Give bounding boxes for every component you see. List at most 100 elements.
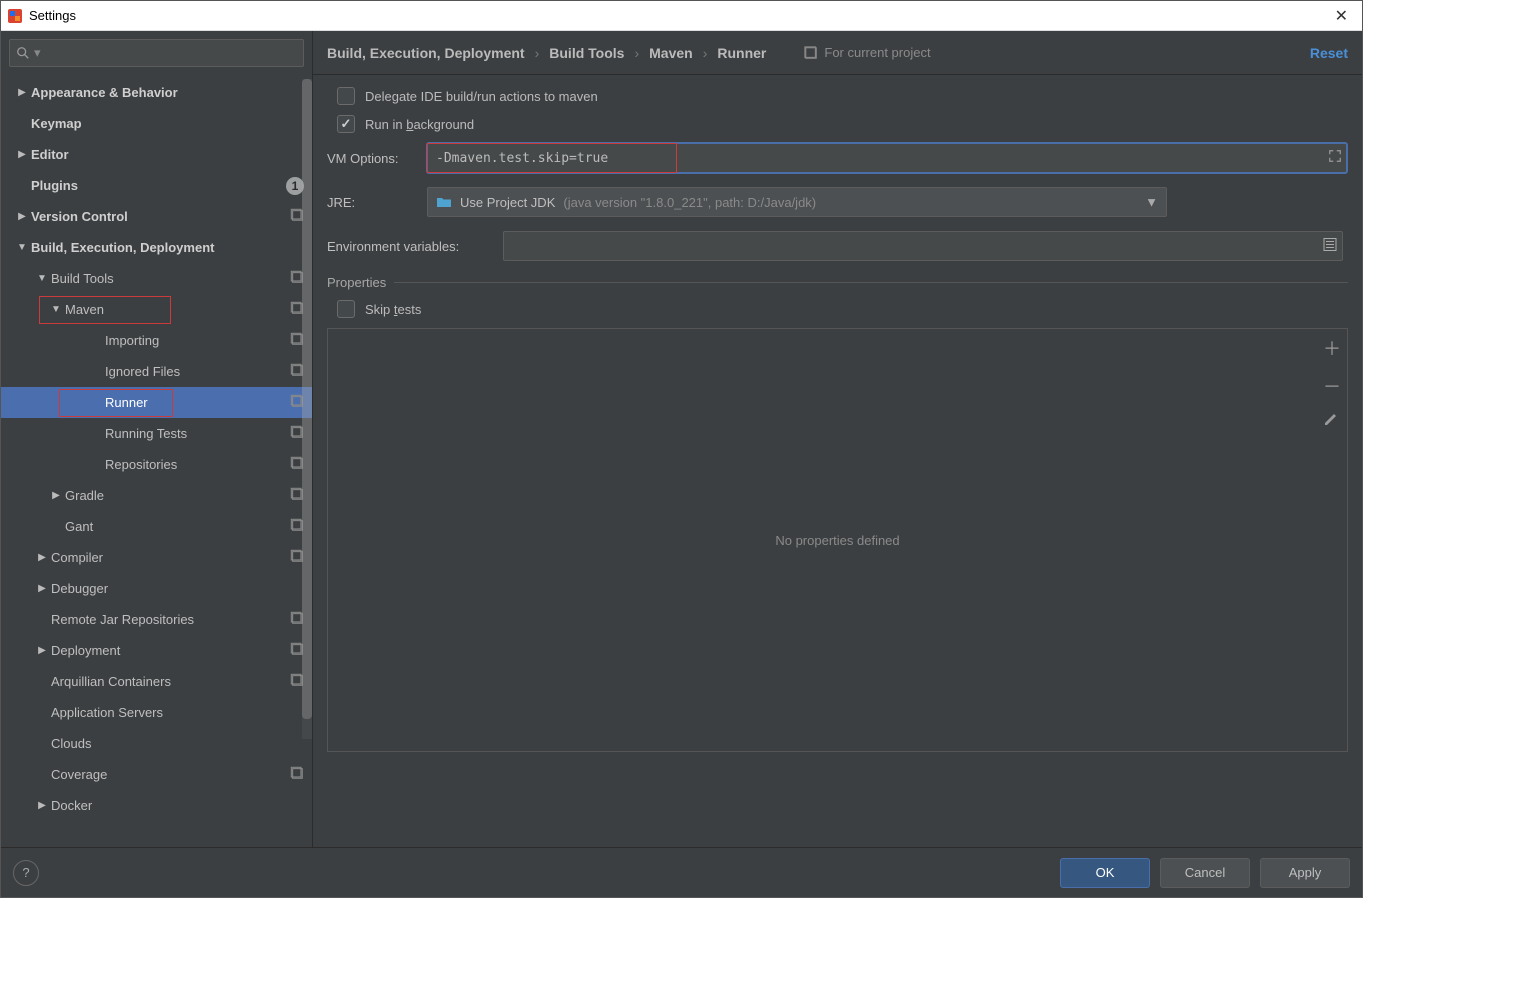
- jre-value: Use Project JDK: [460, 195, 555, 210]
- chevron-down-icon[interactable]: ▼: [15, 242, 29, 253]
- tree-node-label: Ignored Files: [105, 364, 180, 379]
- tree-node-application-servers[interactable]: Application Servers: [1, 697, 312, 728]
- tree-node-version-control[interactable]: ▶Version Control: [1, 201, 312, 232]
- chevron-right-icon: ›: [634, 45, 639, 61]
- runbg-checkbox-row[interactable]: Run in background: [327, 115, 1348, 133]
- crumb-1[interactable]: Build Tools: [549, 45, 624, 61]
- chevron-down-icon[interactable]: ▼: [49, 304, 63, 315]
- tree-node-importing[interactable]: Importing: [1, 325, 312, 356]
- tree-node-arquillian-containers[interactable]: Arquillian Containers: [1, 666, 312, 697]
- tree-node-repositories[interactable]: Repositories: [1, 449, 312, 480]
- properties-toolbar: ＋ －: [1323, 335, 1341, 430]
- jre-hint: (java version "1.8.0_221", path: D:/Java…: [563, 195, 816, 210]
- tree-node-label: Debugger: [51, 581, 108, 596]
- apply-button[interactable]: Apply: [1260, 858, 1350, 888]
- vm-options-input[interactable]: -Dmaven.test.skip=true: [427, 143, 1347, 173]
- tree-node-label: Maven: [65, 302, 104, 317]
- project-scope-icon: [804, 46, 818, 60]
- chevron-right-icon[interactable]: ▶: [15, 149, 29, 160]
- jre-combo[interactable]: Use Project JDK (java version "1.8.0_221…: [427, 187, 1167, 217]
- scrollbar-thumb[interactable]: [302, 79, 312, 719]
- remove-icon[interactable]: －: [1323, 373, 1341, 399]
- chevron-right-icon[interactable]: ▶: [15, 87, 29, 98]
- chevron-right-icon[interactable]: ▶: [35, 800, 49, 811]
- main-panel: Build, Execution, Deployment › Build Too…: [313, 31, 1362, 847]
- env-label: Environment variables:: [327, 239, 503, 254]
- tree-node-label: Application Servers: [51, 705, 163, 720]
- skip-tests-label: Skip tests: [365, 302, 421, 317]
- breadcrumb-bar: Build, Execution, Deployment › Build Too…: [313, 31, 1362, 75]
- tree-node-build-tools[interactable]: ▼Build Tools: [1, 263, 312, 294]
- tree-node-docker[interactable]: ▶Docker: [1, 790, 312, 821]
- tree-node-gradle[interactable]: ▶Gradle: [1, 480, 312, 511]
- help-button[interactable]: ?: [13, 860, 39, 886]
- tree-node-running-tests[interactable]: Running Tests: [1, 418, 312, 449]
- jre-row: JRE: Use Project JDK (java version "1.8.…: [327, 187, 1348, 217]
- tree-node-label: Running Tests: [105, 426, 187, 441]
- folder-icon: [436, 195, 452, 209]
- tree-node-maven[interactable]: ▼Maven: [1, 294, 312, 325]
- tree-node-label: Build, Execution, Deployment: [31, 240, 214, 255]
- tree-node-plugins[interactable]: Plugins1: [1, 170, 312, 201]
- tree-node-deployment[interactable]: ▶Deployment: [1, 635, 312, 666]
- chevron-right-icon[interactable]: ▶: [49, 490, 63, 501]
- tree-node-debugger[interactable]: ▶Debugger: [1, 573, 312, 604]
- env-input[interactable]: [503, 231, 1343, 261]
- settings-tree[interactable]: ▶Appearance & BehaviorKeymap▶EditorPlugi…: [1, 73, 312, 847]
- properties-title: Properties: [327, 275, 386, 290]
- tree-node-editor[interactable]: ▶Editor: [1, 139, 312, 170]
- delegate-checkbox-row[interactable]: Delegate IDE build/run actions to maven: [327, 87, 1348, 105]
- crumb-3[interactable]: Runner: [717, 45, 766, 61]
- search-input[interactable]: ▾: [9, 39, 304, 67]
- chevron-right-icon: ›: [535, 45, 540, 61]
- tree-node-appearance-behavior[interactable]: ▶Appearance & Behavior: [1, 77, 312, 108]
- sidebar-scrollbar[interactable]: [302, 79, 312, 739]
- edit-icon[interactable]: [1323, 411, 1341, 430]
- crumb-2[interactable]: Maven: [649, 45, 693, 61]
- dialog-footer: ? OK Cancel Apply: [1, 847, 1362, 897]
- tree-node-label: Repositories: [105, 457, 177, 472]
- tree-node-gant[interactable]: Gant: [1, 511, 312, 542]
- chevron-right-icon[interactable]: ▶: [15, 211, 29, 222]
- breadcrumb: Build, Execution, Deployment › Build Too…: [327, 45, 766, 61]
- chevron-right-icon[interactable]: ▶: [35, 645, 49, 656]
- project-scope-icon: [290, 766, 304, 783]
- chevron-right-icon[interactable]: ▶: [35, 583, 49, 594]
- content: ▾ ▶Appearance & BehaviorKeymap▶EditorPlu…: [1, 31, 1362, 847]
- chevron-right-icon[interactable]: ▶: [35, 552, 49, 563]
- chevron-down-icon[interactable]: ▼: [35, 273, 49, 284]
- tree-node-coverage[interactable]: Coverage: [1, 759, 312, 790]
- close-icon[interactable]: ✕: [1327, 4, 1356, 28]
- tree-node-label: Version Control: [31, 209, 128, 224]
- titlebar: Settings ✕: [1, 1, 1362, 31]
- tree-node-label: Plugins: [31, 178, 78, 193]
- skip-tests-row[interactable]: Skip tests: [327, 300, 1348, 318]
- tree-node-clouds[interactable]: Clouds: [1, 728, 312, 759]
- tree-node-label: Arquillian Containers: [51, 674, 171, 689]
- tree-node-label: Deployment: [51, 643, 120, 658]
- properties-table[interactable]: No properties defined ＋ －: [327, 328, 1348, 752]
- tree-node-label: Clouds: [51, 736, 91, 751]
- tree-node-keymap[interactable]: Keymap: [1, 108, 312, 139]
- cancel-button[interactable]: Cancel: [1160, 858, 1250, 888]
- skip-tests-checkbox[interactable]: [337, 300, 355, 318]
- tree-node-label: Gant: [65, 519, 93, 534]
- tree-node-build-execution-deployment[interactable]: ▼Build, Execution, Deployment: [1, 232, 312, 263]
- jre-label: JRE:: [327, 195, 427, 210]
- tree-node-runner[interactable]: Runner: [1, 387, 312, 418]
- list-icon[interactable]: [1322, 237, 1338, 256]
- tree-node-remote-jar-repositories[interactable]: Remote Jar Repositories: [1, 604, 312, 635]
- tree-node-ignored-files[interactable]: Ignored Files: [1, 356, 312, 387]
- delegate-checkbox[interactable]: [337, 87, 355, 105]
- reset-link[interactable]: Reset: [1310, 45, 1348, 61]
- expand-icon[interactable]: [1328, 149, 1342, 167]
- crumb-0[interactable]: Build, Execution, Deployment: [327, 45, 525, 61]
- search-icon: [16, 46, 30, 60]
- add-icon[interactable]: ＋: [1323, 335, 1341, 361]
- tree-node-compiler[interactable]: ▶Compiler: [1, 542, 312, 573]
- tree-node-label: Coverage: [51, 767, 107, 782]
- runbg-checkbox[interactable]: [337, 115, 355, 133]
- ok-button[interactable]: OK: [1060, 858, 1150, 888]
- sidebar: ▾ ▶Appearance & BehaviorKeymap▶EditorPlu…: [1, 31, 313, 847]
- for-project-indicator: For current project: [804, 45, 930, 60]
